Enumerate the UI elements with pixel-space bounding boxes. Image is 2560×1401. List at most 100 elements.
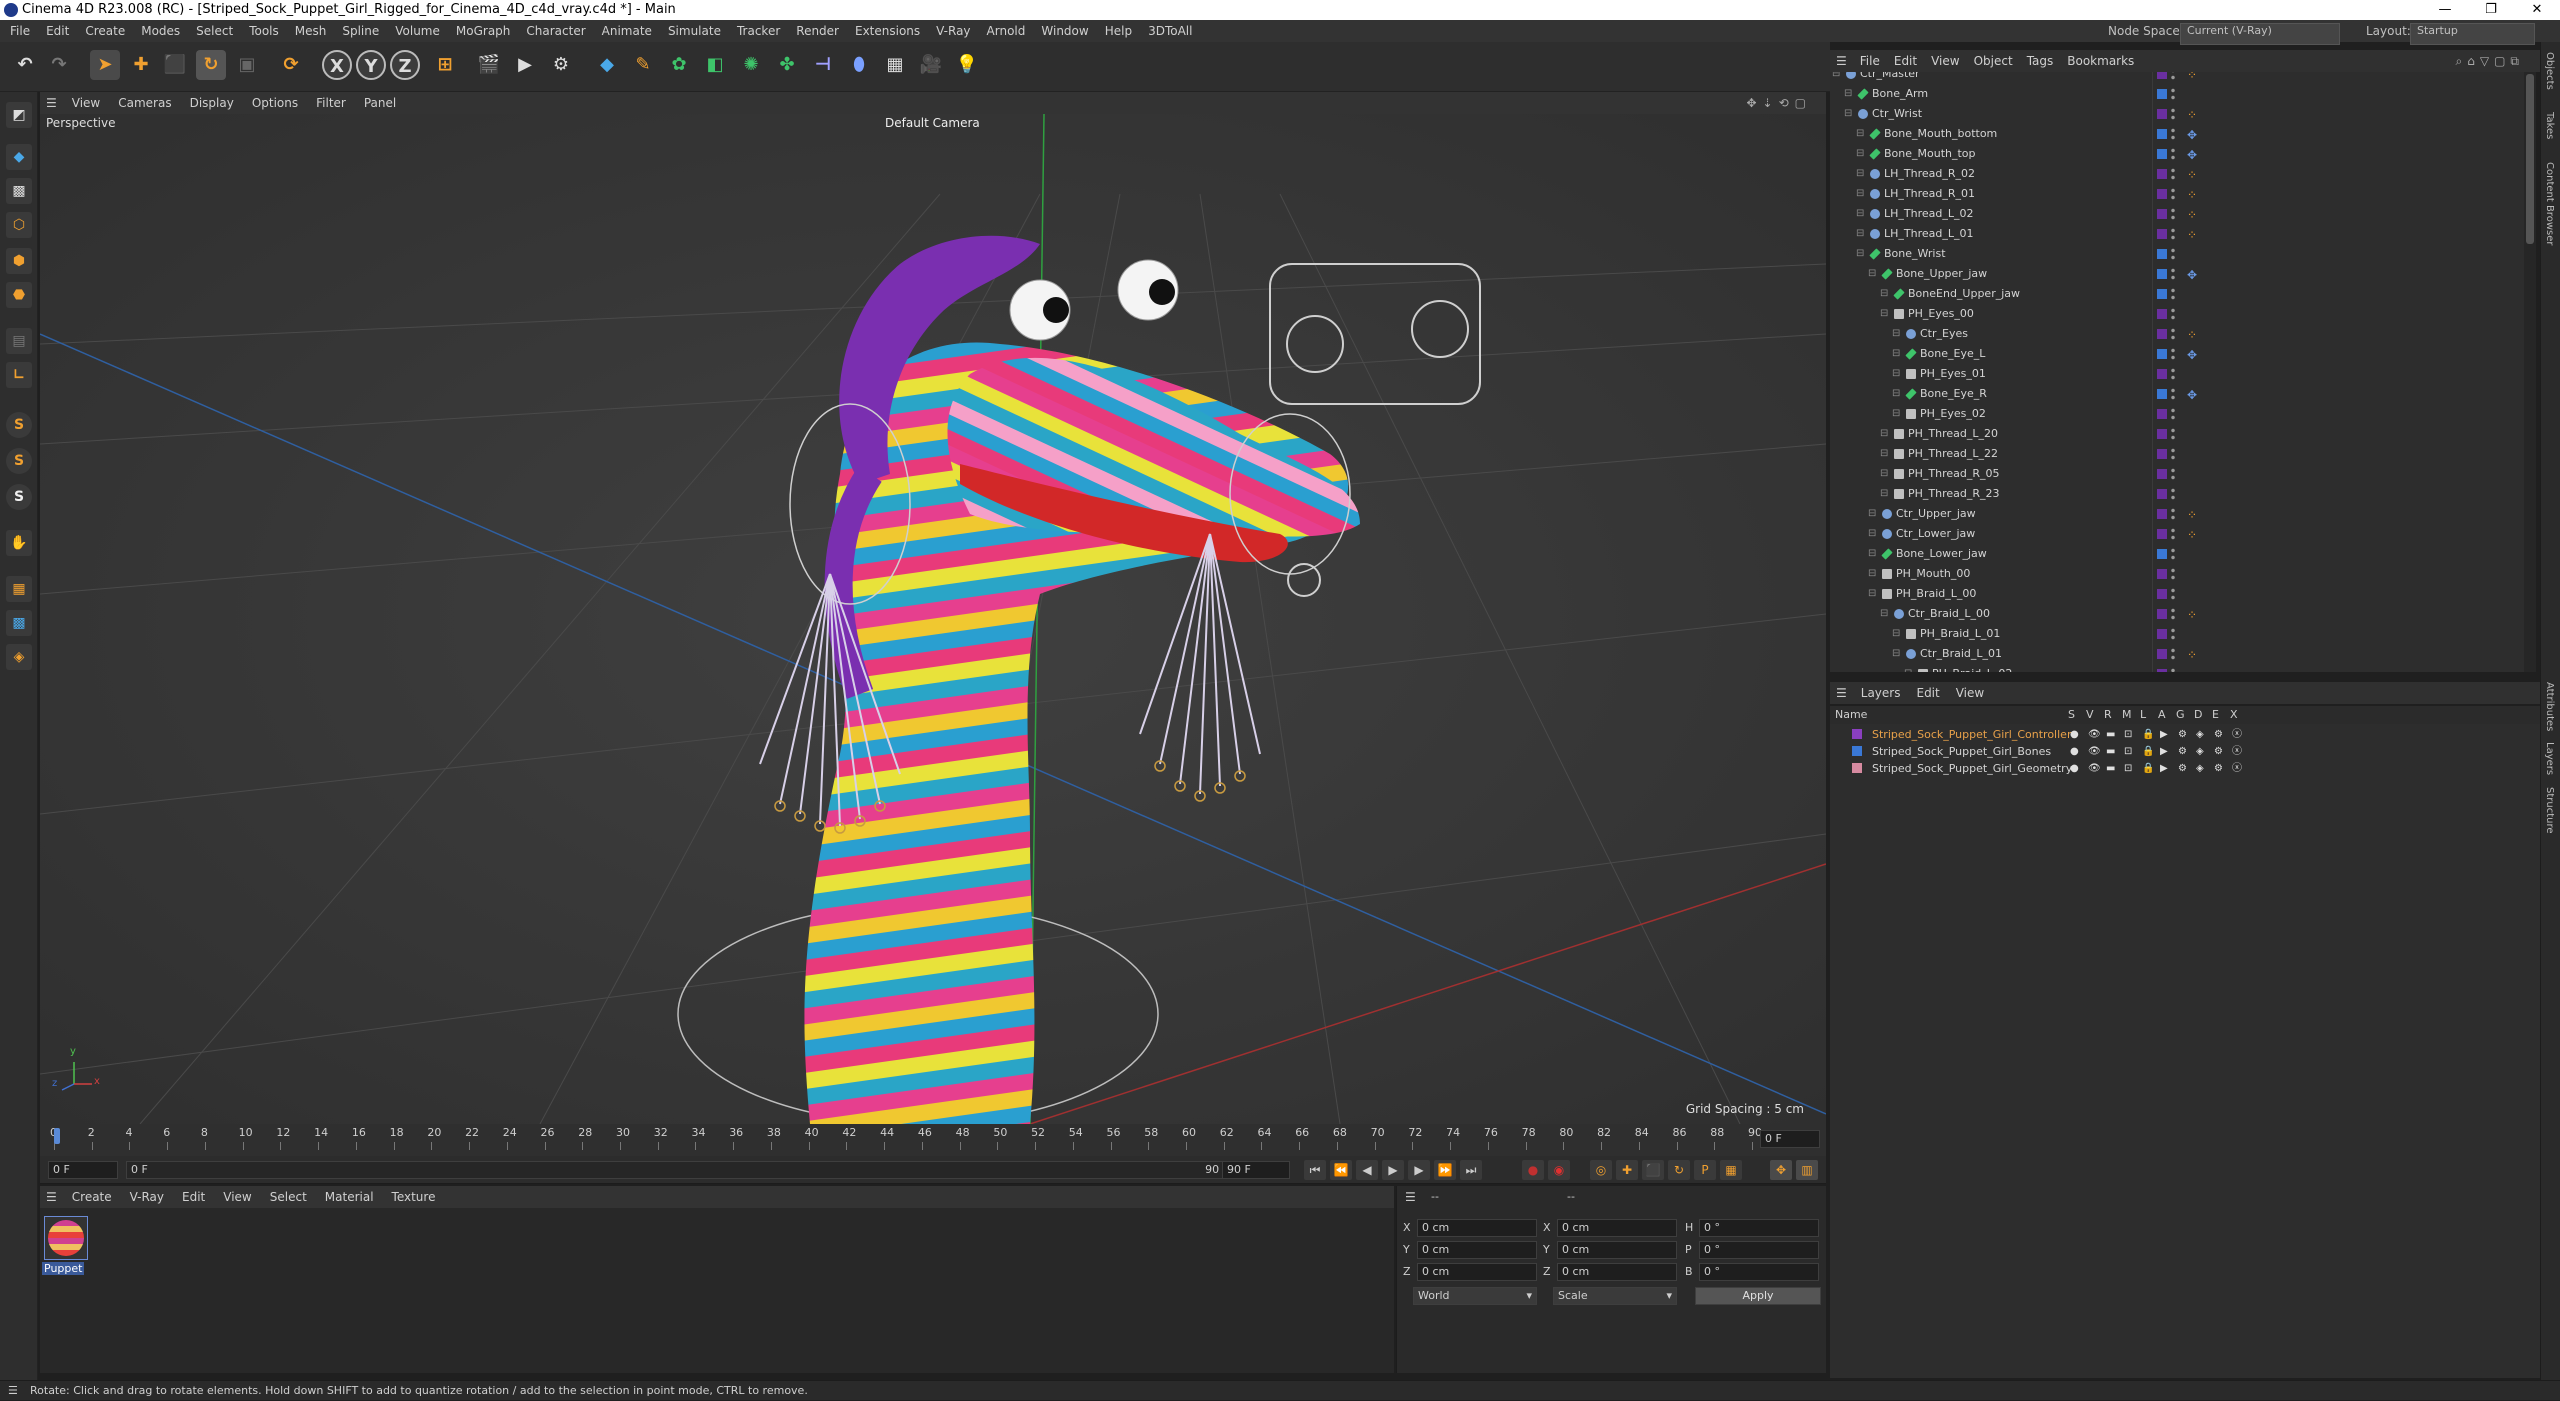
camera-icon[interactable]: 🎥 — [916, 50, 946, 80]
expand-toggle-icon[interactable]: ⊟ — [1880, 284, 1888, 304]
tab-layers[interactable]: Layers — [2544, 742, 2555, 775]
material-menu-create[interactable]: Create — [63, 1186, 121, 1208]
layer-color-swatch[interactable] — [1852, 746, 1862, 756]
expand-toggle-icon[interactable]: ⊟ — [1892, 624, 1900, 644]
layer-color-swatch[interactable] — [2157, 569, 2167, 579]
menu-render[interactable]: Render — [788, 20, 847, 42]
object-row[interactable]: ⊟ PH_Thread_L_20 — [1830, 424, 2524, 444]
menu-tracker[interactable]: Tracker — [729, 20, 788, 42]
expand-toggle-icon[interactable]: ⊟ — [1880, 484, 1888, 504]
layer-color-swatch[interactable] — [2157, 649, 2167, 659]
viewport-nav-icons[interactable]: ✥⇣⟲▢ — [1746, 92, 1812, 114]
visibility-dots-icon[interactable] — [2171, 367, 2175, 381]
expand-toggle-icon[interactable]: ⊟ — [1880, 424, 1888, 444]
visibility-dots-icon[interactable] — [2171, 167, 2175, 181]
layer-color-swatch[interactable] — [2157, 349, 2167, 359]
object-row[interactable]: ⊟ Ctr_Eyes ⁘ — [1830, 324, 2524, 344]
z-position-field[interactable]: 0 cm — [1417, 1263, 1537, 1281]
edges-mode-icon[interactable]: ⬢ — [6, 248, 32, 274]
menu-file[interactable]: File — [2, 20, 38, 42]
layer-color-swatch[interactable] — [2157, 149, 2167, 159]
pen-spline-icon[interactable]: ✎ — [628, 50, 658, 80]
object-row[interactable]: ⊟ PH_Thread_R_05 — [1830, 464, 2524, 484]
visibility-dots-icon[interactable] — [2171, 87, 2175, 101]
expand-toggle-icon[interactable]: ⊟ — [1868, 584, 1876, 604]
object-row[interactable]: ⊟ PH_Eyes_00 — [1830, 304, 2524, 324]
object-row[interactable]: ⊟ PH_Braid_L_02 — [1830, 664, 2524, 672]
rotation-key-icon[interactable]: ↻ — [1668, 1160, 1690, 1180]
menu-window[interactable]: Window — [1033, 20, 1096, 42]
visibility-dots-icon[interactable] — [2171, 487, 2175, 501]
expand-toggle-icon[interactable]: ⊟ — [1844, 84, 1852, 104]
object-scrollbar[interactable] — [2524, 72, 2536, 672]
constraint-tag-icon[interactable]: ⁘ — [2187, 605, 2197, 625]
x-position-field[interactable]: 0 cm — [1417, 1219, 1537, 1237]
menu-arnold[interactable]: Arnold — [979, 20, 1034, 42]
layers-menu-view[interactable]: View — [1948, 682, 1992, 704]
menu-spline[interactable]: Spline — [334, 20, 387, 42]
layout-dropdown[interactable]: Startup — [2410, 23, 2535, 45]
visibility-dots-icon[interactable] — [2171, 547, 2175, 561]
size-mode-dropdown[interactable]: Scale ▾ — [1553, 1287, 1677, 1305]
view-eye-icon[interactable]: 👁 — [2088, 726, 2101, 743]
render-settings-icon[interactable]: ⚙ — [546, 50, 576, 80]
goto-end-icon[interactable]: ⏭ — [1460, 1160, 1482, 1180]
object-row[interactable]: ⊟ LH_Thread_R_02 ⁘ — [1830, 164, 2524, 184]
expand-toggle-icon[interactable]: ⊟ — [1856, 144, 1864, 164]
menu-help[interactable]: Help — [1097, 20, 1140, 42]
object-menu-tags[interactable]: Tags — [2020, 50, 2061, 72]
hamburger-icon[interactable]: ☰ — [40, 92, 63, 114]
hamburger-icon[interactable]: ☰ — [1830, 50, 1853, 72]
visibility-dots-icon[interactable] — [2171, 267, 2175, 281]
layer-color-swatch[interactable] — [2157, 609, 2167, 619]
object-row[interactable]: ⊟ Bone_Mouth_top ✥ — [1830, 144, 2524, 164]
menu-animate[interactable]: Animate — [594, 20, 660, 42]
expand-toggle-icon[interactable]: ⊟ — [1868, 524, 1876, 544]
menu-edit[interactable]: Edit — [38, 20, 77, 42]
p-rotation-field[interactable]: 0 ° — [1699, 1241, 1819, 1259]
expand-toggle-icon[interactable]: ⊟ — [1880, 444, 1888, 464]
object-row[interactable]: ⊟ PH_Braid_L_00 — [1830, 584, 2524, 604]
layer-color-swatch[interactable] — [2157, 289, 2167, 299]
position-key-icon[interactable]: ✚ — [1616, 1160, 1638, 1180]
menu-select[interactable]: Select — [188, 20, 241, 42]
manager-icon[interactable]: ⊡ — [2124, 726, 2132, 743]
world-coordinates-icon[interactable]: ⊞ — [430, 50, 460, 80]
object-row[interactable]: ⊟ LH_Thread_R_01 ⁘ — [1830, 184, 2524, 204]
visibility-dots-icon[interactable] — [2171, 467, 2175, 481]
view-eye-icon[interactable]: 👁 — [2088, 760, 2101, 777]
lock-workplane-icon[interactable]: ▩ — [6, 610, 32, 636]
expand-toggle-icon[interactable]: ⊟ — [1892, 384, 1900, 404]
view-eye-icon[interactable]: 👁 — [2088, 743, 2101, 760]
expand-toggle-icon[interactable]: ⊟ — [1904, 664, 1912, 672]
visibility-dots-icon[interactable] — [2171, 507, 2175, 521]
next-frame-icon[interactable]: ▶ — [1408, 1160, 1430, 1180]
cube-icon[interactable]: ◆ — [592, 50, 622, 80]
layer-color-swatch[interactable] — [2157, 449, 2167, 459]
deformer-icon[interactable]: ⊣ — [808, 50, 838, 80]
constraint-tag-icon[interactable]: ⁘ — [2187, 225, 2197, 245]
visibility-dots-icon[interactable] — [2171, 427, 2175, 441]
object-row[interactable]: ⊟ PH_Eyes_02 — [1830, 404, 2524, 424]
object-row[interactable]: ⊟ Ctr_Braid_L_00 ⁘ — [1830, 604, 2524, 624]
expand-toggle-icon[interactable]: ⊟ — [1892, 364, 1900, 384]
visibility-dots-icon[interactable] — [2171, 127, 2175, 141]
menu-mesh[interactable]: Mesh — [287, 20, 335, 42]
xref-icon[interactable]: ⓧ — [2232, 760, 2242, 777]
object-menu-edit[interactable]: Edit — [1887, 50, 1924, 72]
expand-toggle-icon[interactable]: ⊟ — [1892, 644, 1900, 664]
layer-color-swatch[interactable] — [2157, 589, 2167, 599]
pla-key-icon[interactable]: ▦ — [1720, 1160, 1742, 1180]
material-menu-select[interactable]: Select — [261, 1186, 316, 1208]
layer-color-swatch[interactable] — [2157, 209, 2167, 219]
visibility-dots-icon[interactable] — [2171, 107, 2175, 121]
manager-icon[interactable]: ⊡ — [2124, 760, 2132, 777]
visibility-dots-icon[interactable] — [2171, 187, 2175, 201]
menu-3dtoall[interactable]: 3DToAll — [1140, 20, 1200, 42]
ik-tag-icon[interactable]: ✥ — [2187, 385, 2197, 405]
expand-toggle-icon[interactable]: ⊟ — [1868, 544, 1876, 564]
constraint-tag-icon[interactable]: ⁘ — [2187, 185, 2197, 205]
expand-toggle-icon[interactable]: ⊟ — [1892, 324, 1900, 344]
timeline-ruler[interactable]: 0246810121416182022242628303234363840424… — [40, 1124, 1826, 1156]
expand-toggle-icon[interactable]: ⊟ — [1868, 504, 1876, 524]
